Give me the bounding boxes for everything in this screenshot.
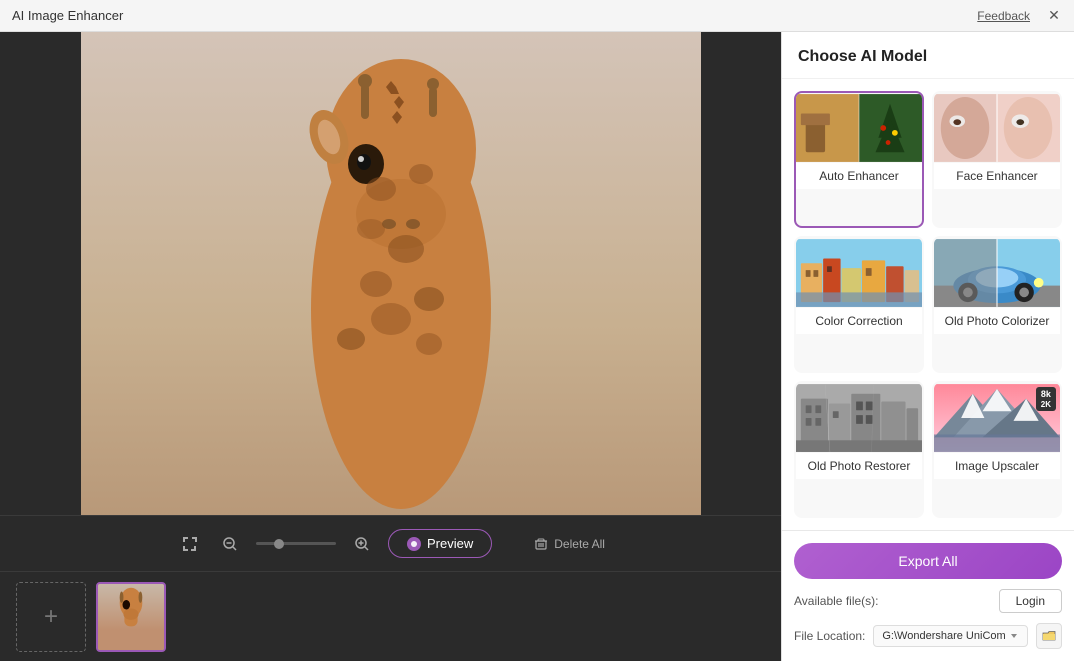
zoom-slider-container — [256, 542, 336, 545]
login-button[interactable]: Login — [999, 589, 1062, 613]
add-icon: + — [44, 603, 58, 631]
choose-model-title: Choose AI Model — [798, 48, 927, 65]
fit-screen-button[interactable] — [176, 530, 204, 558]
available-files-label: Available file(s): — [794, 594, 878, 608]
zoom-in-button[interactable] — [348, 530, 376, 558]
right-panel-header: Choose AI Model — [782, 32, 1074, 79]
title-bar-left: AI Image Enhancer — [12, 8, 123, 23]
thumbnails-bar: + — [0, 571, 781, 661]
dropdown-arrow-icon — [1009, 631, 1019, 641]
delete-all-label: Delete All — [554, 537, 605, 551]
title-bar: AI Image Enhancer Feedback ✕ — [0, 0, 1074, 32]
right-panel-bottom: Export All Available file(s): Login File… — [782, 530, 1074, 661]
folder-icon — [1042, 630, 1056, 642]
close-button[interactable]: ✕ — [1046, 8, 1062, 24]
models-grid: Auto Enhancer — [782, 79, 1074, 530]
zoom-out-button[interactable] — [216, 530, 244, 558]
file-location-path[interactable]: G:\Wondershare UniCom — [873, 625, 1028, 647]
model-label-old-photo-colorizer: Old Photo Colorizer — [934, 308, 1060, 334]
model-image-image-upscaler: 8k 2K — [934, 383, 1060, 453]
file-location-label: File Location: — [794, 629, 865, 643]
image-toolbar: Preview Delete All — [0, 515, 781, 571]
model-image-color-correction — [796, 238, 922, 308]
model-image-old-photo-colorizer — [934, 238, 1060, 308]
preview-icon — [407, 537, 421, 551]
image-viewer — [0, 32, 781, 515]
right-panel: Choose AI Model — [781, 32, 1074, 661]
model-label-auto-enhancer: Auto Enhancer — [796, 163, 922, 189]
thumbnail-1[interactable] — [96, 582, 166, 652]
preview-label: Preview — [427, 536, 473, 551]
model-card-image-upscaler[interactable]: 8k 2K Image Upscaler — [932, 381, 1062, 518]
upscaler-badge: 8k 2K — [1036, 387, 1056, 411]
model-label-old-photo-restorer: Old Photo Restorer — [796, 453, 922, 479]
zoom-slider[interactable] — [256, 542, 336, 545]
add-image-button[interactable]: + — [16, 582, 86, 652]
zoom-thumb — [274, 539, 284, 549]
file-location-value: G:\Wondershare UniCom — [882, 630, 1005, 642]
model-image-auto-enhancer — [796, 93, 922, 163]
export-all-button[interactable]: Export All — [794, 543, 1062, 579]
preview-button[interactable]: Preview — [388, 529, 492, 558]
title-bar-right: Feedback ✕ — [977, 8, 1062, 24]
delete-all-button[interactable]: Delete All — [534, 537, 605, 551]
model-card-old-photo-restorer[interactable]: Old Photo Restorer — [794, 381, 924, 518]
browse-folder-button[interactable] — [1036, 623, 1062, 649]
available-files-row: Available file(s): Login — [794, 589, 1062, 613]
left-panel: Preview Delete All + — [0, 32, 781, 661]
model-label-face-enhancer: Face Enhancer — [934, 163, 1060, 189]
model-label-image-upscaler: Image Upscaler — [934, 453, 1060, 479]
model-image-old-photo-restorer — [796, 383, 922, 453]
model-card-auto-enhancer[interactable]: Auto Enhancer — [794, 91, 924, 228]
model-card-face-enhancer[interactable]: Face Enhancer — [932, 91, 1062, 228]
main-container: Preview Delete All + — [0, 32, 1074, 661]
file-location-row: File Location: G:\Wondershare UniCom — [794, 623, 1062, 649]
model-card-color-correction[interactable]: Color Correction — [794, 236, 924, 373]
model-image-face-enhancer — [934, 93, 1060, 163]
feedback-link[interactable]: Feedback — [977, 9, 1030, 23]
model-card-old-photo-colorizer[interactable]: Old Photo Colorizer — [932, 236, 1062, 373]
model-label-color-correction: Color Correction — [796, 308, 922, 334]
app-title: AI Image Enhancer — [12, 8, 123, 23]
main-image — [81, 32, 701, 515]
